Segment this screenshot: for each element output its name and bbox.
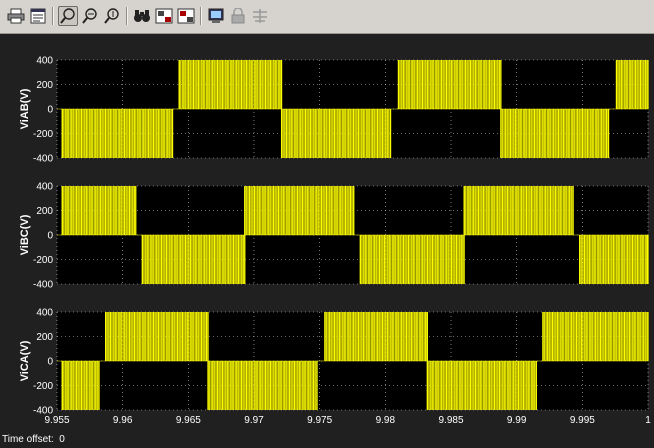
toolbar-separator <box>200 7 202 25</box>
restore-axes-button[interactable] <box>176 6 196 26</box>
autoscale-button[interactable] <box>132 6 152 26</box>
y-tick-label: 400 <box>36 308 53 319</box>
signal-selection-icon <box>253 9 267 23</box>
x-tick-label: 9.97 <box>244 415 264 426</box>
parameters-icon <box>30 8 46 24</box>
scope-display: 400 200 0 -200 -400 ViAB(V) 400 200 0 -200 -400 ViB… <box>0 34 654 448</box>
y-tick-label: 200 <box>36 80 53 91</box>
autoscale-icon <box>134 10 150 22</box>
x-tick-label: 9.985 <box>438 415 463 426</box>
x-tick-label: 9.98 <box>376 415 396 426</box>
y-axis-label: ViCA(V) <box>19 340 31 381</box>
zoom-x-icon <box>82 8 97 24</box>
pwm-block <box>62 109 173 158</box>
toolbar-separator <box>126 7 128 25</box>
time-offset-value: 0 <box>59 434 65 445</box>
x-tick-label: 9.955 <box>44 415 69 426</box>
x-tick-label: 9.965 <box>176 415 201 426</box>
x-tick-label: 9.99 <box>507 415 527 426</box>
save-axes-icon <box>155 8 173 24</box>
zoom-button[interactable] <box>58 6 78 26</box>
y-axis-label: ViAB(V) <box>19 88 31 129</box>
parameters-button[interactable] <box>28 6 48 26</box>
y-tick-label: 0 <box>47 357 53 368</box>
y-axis-label: ViBC(V) <box>19 214 31 255</box>
y-tick-label: -400 <box>33 280 53 291</box>
floating-scope-button[interactable] <box>206 6 226 26</box>
y-tick-label: -200 <box>33 381 53 392</box>
x-tick-label: 1 <box>645 415 651 426</box>
lock-axes-icon <box>231 8 245 24</box>
time-offset-label: Time offset: <box>2 434 54 445</box>
y-tick-label: -200 <box>33 129 53 140</box>
print-icon <box>7 8 25 24</box>
lock-axes-button[interactable] <box>228 6 248 26</box>
save-axes-button[interactable] <box>154 6 174 26</box>
toolbar-separator <box>52 7 54 25</box>
floating-scope-icon <box>208 8 224 23</box>
x-tick-label: 9.995 <box>570 415 595 426</box>
scope-toolbar <box>0 0 654 34</box>
pwm-block <box>62 361 100 410</box>
scope-plots: 400 200 0 -200 -400 ViAB(V) 400 200 0 -200 -400 ViB… <box>19 56 651 427</box>
y-tick-label: 400 <box>36 56 53 67</box>
zoom-y-button[interactable] <box>102 6 122 26</box>
zoom-y-icon <box>104 8 119 24</box>
restore-axes-icon <box>177 8 195 24</box>
y-tick-label: 0 <box>47 105 53 116</box>
time-offset-readout: Time offset: 0 <box>2 434 65 445</box>
print-button[interactable] <box>6 6 26 26</box>
y-tick-label: 400 <box>36 182 53 193</box>
x-tick-label: 9.96 <box>113 415 133 426</box>
signal-selection-button[interactable] <box>250 6 270 26</box>
y-tick-label: -200 <box>33 255 53 266</box>
y-tick-label: -400 <box>33 154 53 165</box>
zoom-x-button[interactable] <box>80 6 100 26</box>
x-tick-label: 9.975 <box>307 415 332 426</box>
y-tick-label: 200 <box>36 332 53 343</box>
y-tick-label: 200 <box>36 206 53 217</box>
zoom-icon <box>60 8 75 24</box>
y-tick-label: 0 <box>47 231 53 242</box>
